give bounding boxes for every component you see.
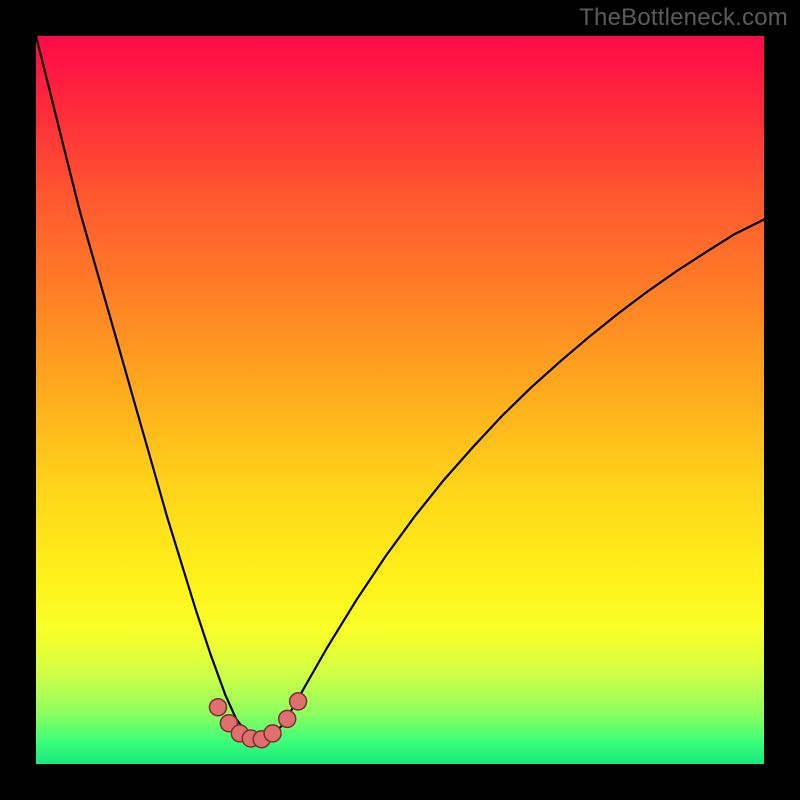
trough-marker [279,710,296,727]
trough-marker [210,699,227,716]
trough-marker [290,693,307,710]
chart-frame: TheBottleneck.com [0,0,800,800]
watermark-text: TheBottleneck.com [579,4,788,32]
trough-marker [264,725,281,742]
bottleneck-curve [36,36,764,741]
chart-svg [36,36,764,764]
trough-markers [210,693,307,748]
plot-area [36,36,764,764]
